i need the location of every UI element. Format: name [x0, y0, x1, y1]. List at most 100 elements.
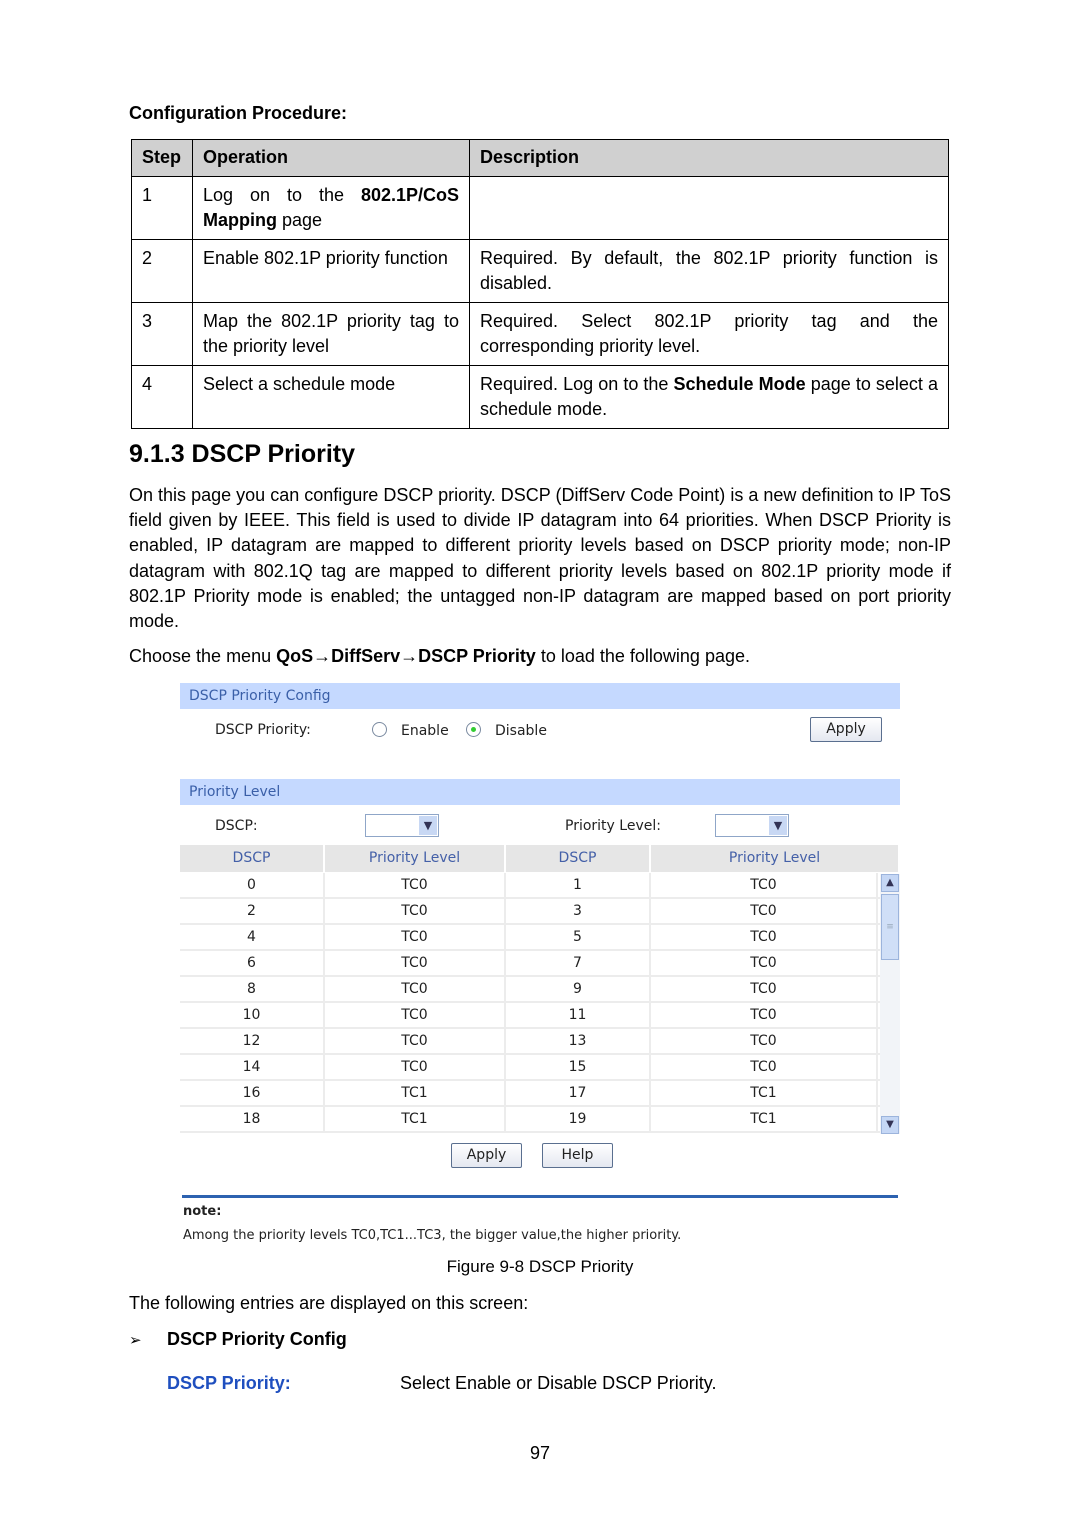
table-row[interactable]: 8 TC0 9 TC0: [180, 977, 880, 1003]
operation-cell: Enable 802.1P priority function: [192, 239, 470, 303]
table-row[interactable]: 4 TC0 5 TC0: [180, 925, 880, 951]
divider: [182, 1195, 898, 1198]
operation-cell-text: Map the 802.1P priority tag to the prior…: [203, 311, 459, 356]
dscp-cell: 15: [506, 1055, 651, 1079]
mapping-table-body: 0 TC0 1 TC0 2 TC0 3 TC0 4 TC0 5 TC0 6 TC0 7 TC0 8 TC0 9 TC0…: [180, 873, 880, 1133]
field-description: Select Enable or Disable DSCP Priority.: [400, 1373, 717, 1393]
priority-level-cell: TC1: [651, 1081, 878, 1105]
table-row[interactable]: 14 TC0 15 TC0: [180, 1055, 880, 1081]
operation-cell-text: Enable 802.1P priority function: [203, 248, 448, 268]
description-cell-text: Schedule Mode: [673, 374, 806, 394]
column-priority-level: Priority Level: [651, 845, 900, 872]
table-row[interactable]: 2 TC0 3 TC0: [180, 899, 880, 925]
operation-cell: Select a schedule mode: [192, 365, 470, 429]
mapping-table-header: DSCP Priority Level DSCP Priority Level: [180, 845, 900, 872]
column-dscp: DSCP: [180, 845, 325, 872]
disable-radio[interactable]: [466, 722, 481, 737]
operation-cell: Log on to the 802.1P/CoS Mapping page: [192, 176, 470, 240]
table-row[interactable]: 6 TC0 7 TC0: [180, 951, 880, 977]
table-row[interactable]: 12 TC0 13 TC0: [180, 1029, 880, 1055]
subsection-title: DSCP Priority Config: [167, 1329, 347, 1349]
priority-level-label: Priority Level:: [565, 818, 661, 834]
dscp-cell: 19: [506, 1107, 651, 1131]
priority-level-cell: TC0: [325, 1029, 506, 1053]
menu-instruction: Choose the menu QoS→DiffServ→DSCP Priori…: [129, 646, 750, 667]
entries-intro: The following entries are displayed on t…: [129, 1293, 529, 1313]
config-section-header: DSCP Priority Config: [180, 683, 900, 709]
dscp-priority-screenshot: DSCP Priority Config DSCP Priority: Enab…: [180, 683, 900, 1243]
dscp-cell: 4: [180, 925, 325, 949]
scroll-up-icon[interactable]: ▲: [881, 874, 899, 892]
priority-level-section-header: Priority Level: [180, 779, 900, 805]
table-row: 2 Enable 802.1P priority function Required…: [131, 239, 949, 303]
dscp-cell: 3: [506, 899, 651, 923]
table-row[interactable]: 0 TC0 1 TC0: [180, 873, 880, 899]
dscp-cell: 17: [506, 1081, 651, 1105]
header-step: Step: [131, 139, 193, 177]
disable-label: Disable: [495, 723, 547, 739]
section-paragraph: On this page you can configure DSCP prio…: [129, 485, 951, 632]
table-row[interactable]: 18 TC1 19 TC1: [180, 1107, 880, 1133]
instruction-text: Choose the menu: [129, 646, 277, 666]
dscp-cell: 1: [506, 873, 651, 897]
section-title: 9.1.3 DSCP Priority: [129, 440, 356, 468]
table-row[interactable]: 16 TC1 17 TC1: [180, 1081, 880, 1107]
operation-cell: Map the 802.1P priority tag to the prior…: [192, 302, 470, 366]
description-cell-text: Required. By default, the 802.1P priorit…: [480, 248, 938, 293]
scroll-down-icon[interactable]: ▼: [881, 1116, 899, 1134]
priority-level-cell: TC0: [651, 899, 878, 923]
enable-radio[interactable]: [372, 722, 387, 737]
priority-level-cell: TC0: [325, 925, 506, 949]
priority-level-cell: TC0: [325, 899, 506, 923]
instruction-text: to load the following page.: [535, 646, 750, 666]
step-cell-text: 1: [142, 185, 153, 205]
procedure-table: Step Operation Description 1 Log on to th…: [131, 139, 949, 429]
priority-level-cell: TC0: [651, 977, 878, 1001]
dscp-cell: 0: [180, 873, 325, 897]
priority-level-cell: TC0: [651, 951, 878, 975]
dscp-label: DSCP:: [215, 818, 258, 834]
apply-button[interactable]: Apply: [810, 717, 882, 742]
operation-cell-text: page: [277, 210, 323, 230]
scrollbar[interactable]: ▲ ≡ ▼: [880, 874, 900, 1134]
apply-mapping-button[interactable]: Apply: [451, 1143, 522, 1168]
priority-level-select[interactable]: ▼: [715, 814, 789, 837]
table-row: 3 Map the 802.1P priority tag to the prio…: [131, 302, 949, 366]
dscp-cell: 18: [180, 1107, 325, 1131]
dscp-cell: 12: [180, 1029, 325, 1053]
help-button[interactable]: Help: [542, 1143, 613, 1168]
table-row[interactable]: 10 TC0 11 TC0: [180, 1003, 880, 1029]
description-cell: Required. Log on to the Schedule Mode pa…: [469, 365, 949, 429]
step-cell-text: 2: [142, 248, 153, 268]
menu-path: QoS→DiffServ→DSCP Priority: [276, 646, 536, 666]
description-cell: [469, 176, 949, 240]
priority-level-cell: TC0: [325, 1003, 506, 1027]
header-operation: Operation: [192, 139, 470, 177]
dscp-cell: 16: [180, 1081, 325, 1105]
priority-level-cell: TC0: [651, 1055, 878, 1079]
operation-cell-text: Log on to the: [203, 185, 361, 205]
scroll-thumb[interactable]: ≡: [881, 894, 899, 960]
description-cell: Required. Select 802.1P priority tag and…: [469, 302, 949, 366]
step-cell: 4: [131, 365, 193, 429]
procedure-heading: Configuration Procedure:: [129, 103, 348, 123]
dscp-select[interactable]: ▼: [365, 814, 439, 837]
arrow-bullet-icon: ➢: [129, 1332, 142, 1349]
step-cell: 3: [131, 302, 193, 366]
dscp-priority-label: DSCP Priority:: [215, 722, 311, 738]
operation-cell-text: Select a schedule mode: [203, 374, 396, 394]
figure-caption: Figure 9-8 DSCP Priority: [446, 1257, 634, 1276]
dscp-cell: 5: [506, 925, 651, 949]
priority-level-cell: TC1: [325, 1081, 506, 1105]
step-cell: 2: [131, 239, 193, 303]
dscp-cell: 7: [506, 951, 651, 975]
description-cell-text: Required. Log on to the: [480, 374, 674, 394]
priority-level-cell: TC0: [651, 1003, 878, 1027]
page-number: 97: [529, 1443, 551, 1463]
priority-level-cell: TC0: [651, 873, 878, 897]
table-row: 1 Log on to the 802.1P/CoS Mapping page: [131, 176, 949, 240]
description-cell-text: Required. Select 802.1P priority tag and…: [480, 311, 938, 356]
priority-level-cell: TC1: [325, 1107, 506, 1131]
priority-level-cell: TC1: [651, 1107, 878, 1131]
dscp-cell: 8: [180, 977, 325, 1001]
